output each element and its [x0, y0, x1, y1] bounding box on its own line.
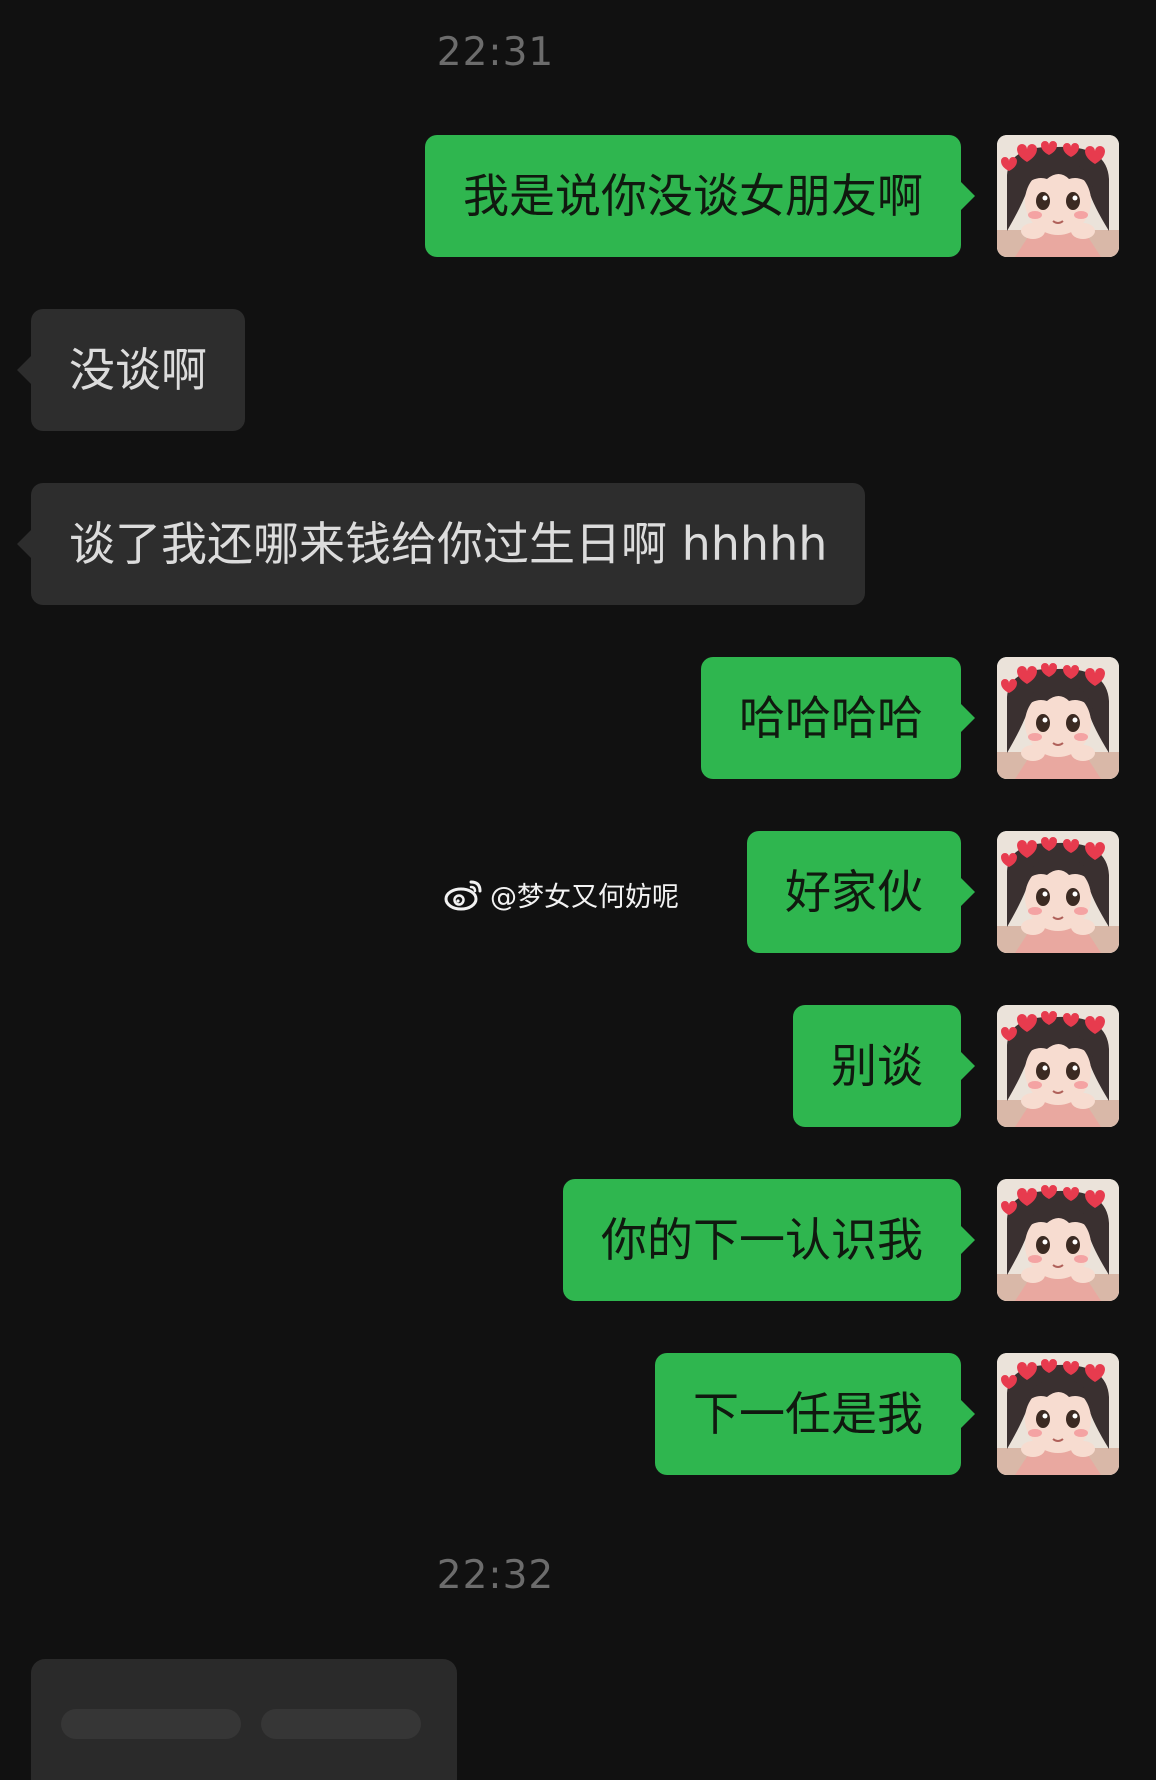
weibo-icon — [444, 877, 484, 911]
avatar[interactable] — [997, 1005, 1119, 1127]
message-bubble-outgoing[interactable]: 我是说你没谈女朋友啊 — [425, 135, 975, 257]
avatar[interactable] — [997, 135, 1119, 257]
avatar[interactable] — [997, 831, 1119, 953]
message-bubble-outgoing[interactable]: 下一任是我 — [655, 1353, 975, 1475]
avatar[interactable] — [997, 1179, 1119, 1301]
avatar[interactable] — [997, 657, 1119, 779]
anime-girl-avatar-icon — [997, 1179, 1119, 1301]
blurred-text — [61, 1709, 241, 1739]
anime-girl-avatar-icon — [997, 135, 1119, 257]
message-bubble-incoming[interactable]: 谈了我还哪来钱给你过生日啊 hhhhh — [16, 483, 866, 605]
blurred-message-bubble[interactable] — [31, 1659, 457, 1780]
timestamp: 22:32 — [436, 1553, 555, 1598]
anime-girl-avatar-icon — [997, 831, 1119, 953]
avatar[interactable] — [997, 1353, 1119, 1475]
message-bubble-outgoing[interactable]: 别谈 — [793, 1005, 975, 1127]
message-bubble-outgoing[interactable]: 好家伙 — [747, 831, 975, 953]
message-bubble-outgoing[interactable]: 哈哈哈哈 — [701, 657, 975, 779]
message-bubble-outgoing[interactable]: 你的下一认识我 — [563, 1179, 975, 1301]
anime-girl-avatar-icon — [997, 657, 1119, 779]
timestamp: 22:31 — [436, 30, 555, 75]
watermark-text: @梦女又何妨呢 — [490, 881, 679, 913]
anime-girl-avatar-icon — [997, 1353, 1119, 1475]
message-bubble-incoming[interactable]: 没谈啊 — [17, 309, 245, 431]
anime-girl-avatar-icon — [997, 1005, 1119, 1127]
blurred-text — [261, 1709, 421, 1739]
weibo-watermark: @梦女又何妨呢 — [444, 872, 679, 916]
